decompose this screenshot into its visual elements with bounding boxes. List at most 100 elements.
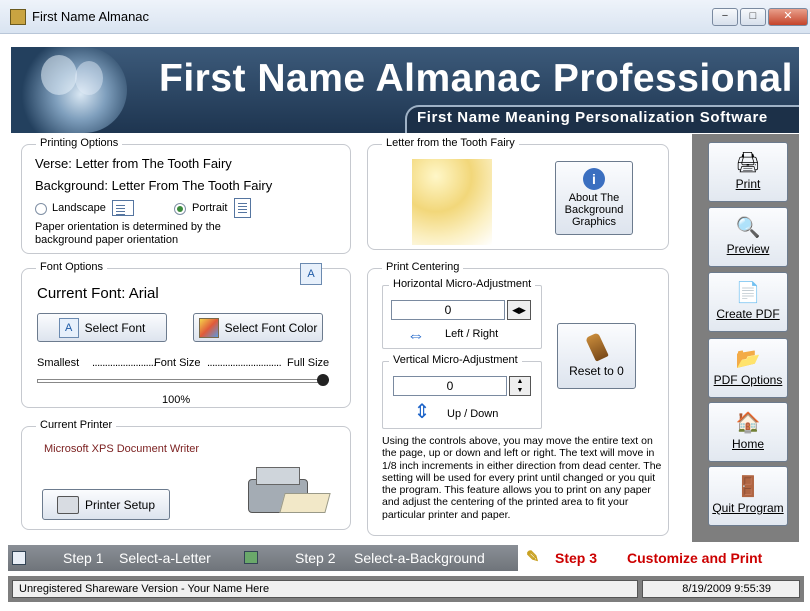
printer-illustration-icon [244,457,331,517]
vertical-adjust-input[interactable]: 0 [393,376,507,396]
horizontal-adjust-group: Horizontal Micro-Adjustment 0 ◀▶ ⇔ Left … [382,278,542,349]
font-size-percent: 100% [162,394,191,406]
select-font-label: Select Font [84,320,146,335]
printing-options-group: Printing Options Verse: Letter from The … [21,137,351,254]
home-button[interactable]: 🏠 Home [708,402,788,462]
current-printer-group: Current Printer Microsoft XPS Document W… [21,419,351,530]
orientation-note: Paper orientation is determined by the b… [35,221,221,246]
step-1-label: Select-a-Letter [119,550,211,566]
up-down-arrow-icon: ⇕ [413,401,431,423]
main-panel: Printing Options Verse: Letter from The … [11,134,691,542]
reset-to-zero-button[interactable]: Reset to 0 [557,323,636,389]
font-size-slider-thumb[interactable] [317,374,329,386]
app-icon [10,9,26,25]
minimize-button[interactable]: − [712,8,738,26]
printer-icon: 🖨 [735,152,761,174]
select-font-color-label: Select Font Color [224,320,318,335]
print-button[interactable]: 🖨 Print [708,142,788,202]
maximize-button[interactable]: □ [740,8,766,26]
window-title: First Name Almanac [32,9,150,24]
home-label: Home [731,437,764,451]
step-3-number: Step 3 [555,550,598,566]
home-icon: 🏠 [735,412,761,434]
letter-icon [12,551,26,565]
close-button[interactable]: ✕ [768,8,808,26]
info-icon: i [583,168,605,190]
step-1-number: Step 1 [63,550,104,566]
font-scale-smallest: Smallest [37,357,80,369]
landscape-label: Landscape [52,202,106,214]
door-icon: 🚪 [735,476,761,498]
fairy-wing-icon [75,61,103,95]
step-2-tab[interactable]: Step 2 Select-a-Background [238,545,518,571]
portrait-paper-icon [234,198,251,218]
about-background-button[interactable]: i About The Background Graphics [555,161,633,235]
picture-icon [244,551,258,564]
step-1-tab[interactable]: Step 1 Select-a-Letter [8,545,238,571]
vertical-arrows-icon[interactable]: ▲ ▼ [509,376,531,396]
printer-setup-icon [56,495,79,514]
title-bar: First Name Almanac − □ ✕ [0,0,810,34]
letter-title: Letter from the Tooth Fairy [382,137,519,149]
create-pdf-button[interactable]: 📄 Create PDF [708,272,788,332]
centering-help-text: Using the controls above, you may move t… [382,435,662,521]
banner-subtitle: First Name Meaning Personalization Softw… [417,109,768,126]
font-scale-dots: ......................... [92,357,156,369]
font-size-slider[interactable] [37,379,323,383]
vertical-adjust-title: Vertical Micro-Adjustment [389,354,522,366]
letter-thumbnail-image[interactable] [412,159,492,245]
select-font-color-button[interactable]: Select Font Color [193,313,323,342]
printer-setup-label: Printer Setup [84,497,156,512]
print-centering-group: Print Centering Horizontal Micro-Adjustm… [367,261,669,536]
pdf-icon: 📄 [735,282,761,304]
font-style-icon: A [300,263,322,285]
select-font-button[interactable]: A Select Font [37,313,167,342]
preview-button[interactable]: 🔍 Preview [708,207,788,267]
registration-status: Unregistered Shareware Version - Your Na… [12,580,638,598]
up-down-label: Up / Down [447,408,499,420]
fairy-wing-icon [41,55,77,95]
vertical-adjust-group: Vertical Micro-Adjustment 0 ▲ ▼ ⇕ Up / Do… [382,354,542,429]
action-panel: 🖨 Print 🔍 Preview 📄 Create PDF 📂 PDF Opt… [692,134,799,542]
broom-icon [584,332,609,362]
pdf-options-label: PDF Options [713,373,783,387]
letter-group: Letter from the Tooth Fairy i About The … [367,137,669,250]
pencil-icon: ✎ [526,549,540,566]
step-2-number: Step 2 [295,550,336,566]
quit-program-button[interactable]: 🚪 Quit Program [708,466,788,526]
printer-name: Microsoft XPS Document Writer [44,443,200,455]
reset-to-zero-label: Reset to 0 [569,364,624,378]
quit-program-label: Quit Program [712,501,784,515]
printing-options-title: Printing Options [36,137,123,149]
magnifier-icon: 🔍 [735,217,761,239]
step-2-label: Select-a-Background [354,550,485,566]
print-centering-title: Print Centering [382,261,464,273]
step-3-label: Customize and Print [627,550,763,566]
steps-bar: Step 1 Select-a-Letter Step 2 Select-a-B… [8,545,804,571]
palette-icon [198,317,219,338]
datetime-status: 8/19/2009 9:55:39 [642,580,800,598]
step-3-tab[interactable]: ✎ Step 3 Customize and Print [518,545,804,571]
current-font-label: Current Font: Arial [37,285,159,302]
font-scale-full: Full Size [287,357,330,369]
printer-setup-button[interactable]: Printer Setup [42,489,170,520]
left-right-label: Left / Right [445,328,499,340]
create-pdf-label: Create PDF [716,307,780,321]
font-icon: A [58,317,79,338]
pdf-options-button[interactable]: 📂 PDF Options [708,338,788,398]
pdf-options-icon: 📂 [735,348,761,370]
horizontal-arrows-icon[interactable]: ◀▶ [507,300,531,320]
horizontal-adjust-input[interactable]: 0 [391,300,505,320]
verse-label: Verse: Letter from The Tooth Fairy [35,156,232,171]
current-printer-title: Current Printer [36,419,117,431]
banner: First Name Almanac Professional First Na… [11,47,799,133]
preview-label: Preview [726,242,770,256]
portrait-label: Portrait [192,202,228,214]
font-options-title: Font Options [36,261,107,273]
horizontal-adjust-title: Horizontal Micro-Adjustment [389,278,536,290]
status-bar: Unregistered Shareware Version - Your Na… [8,576,804,602]
landscape-radio[interactable] [35,203,47,215]
portrait-radio[interactable] [174,203,186,215]
left-right-arrow-icon: ⇔ [407,325,425,345]
background-label: Background: Letter From The Tooth Fairy [35,178,273,193]
